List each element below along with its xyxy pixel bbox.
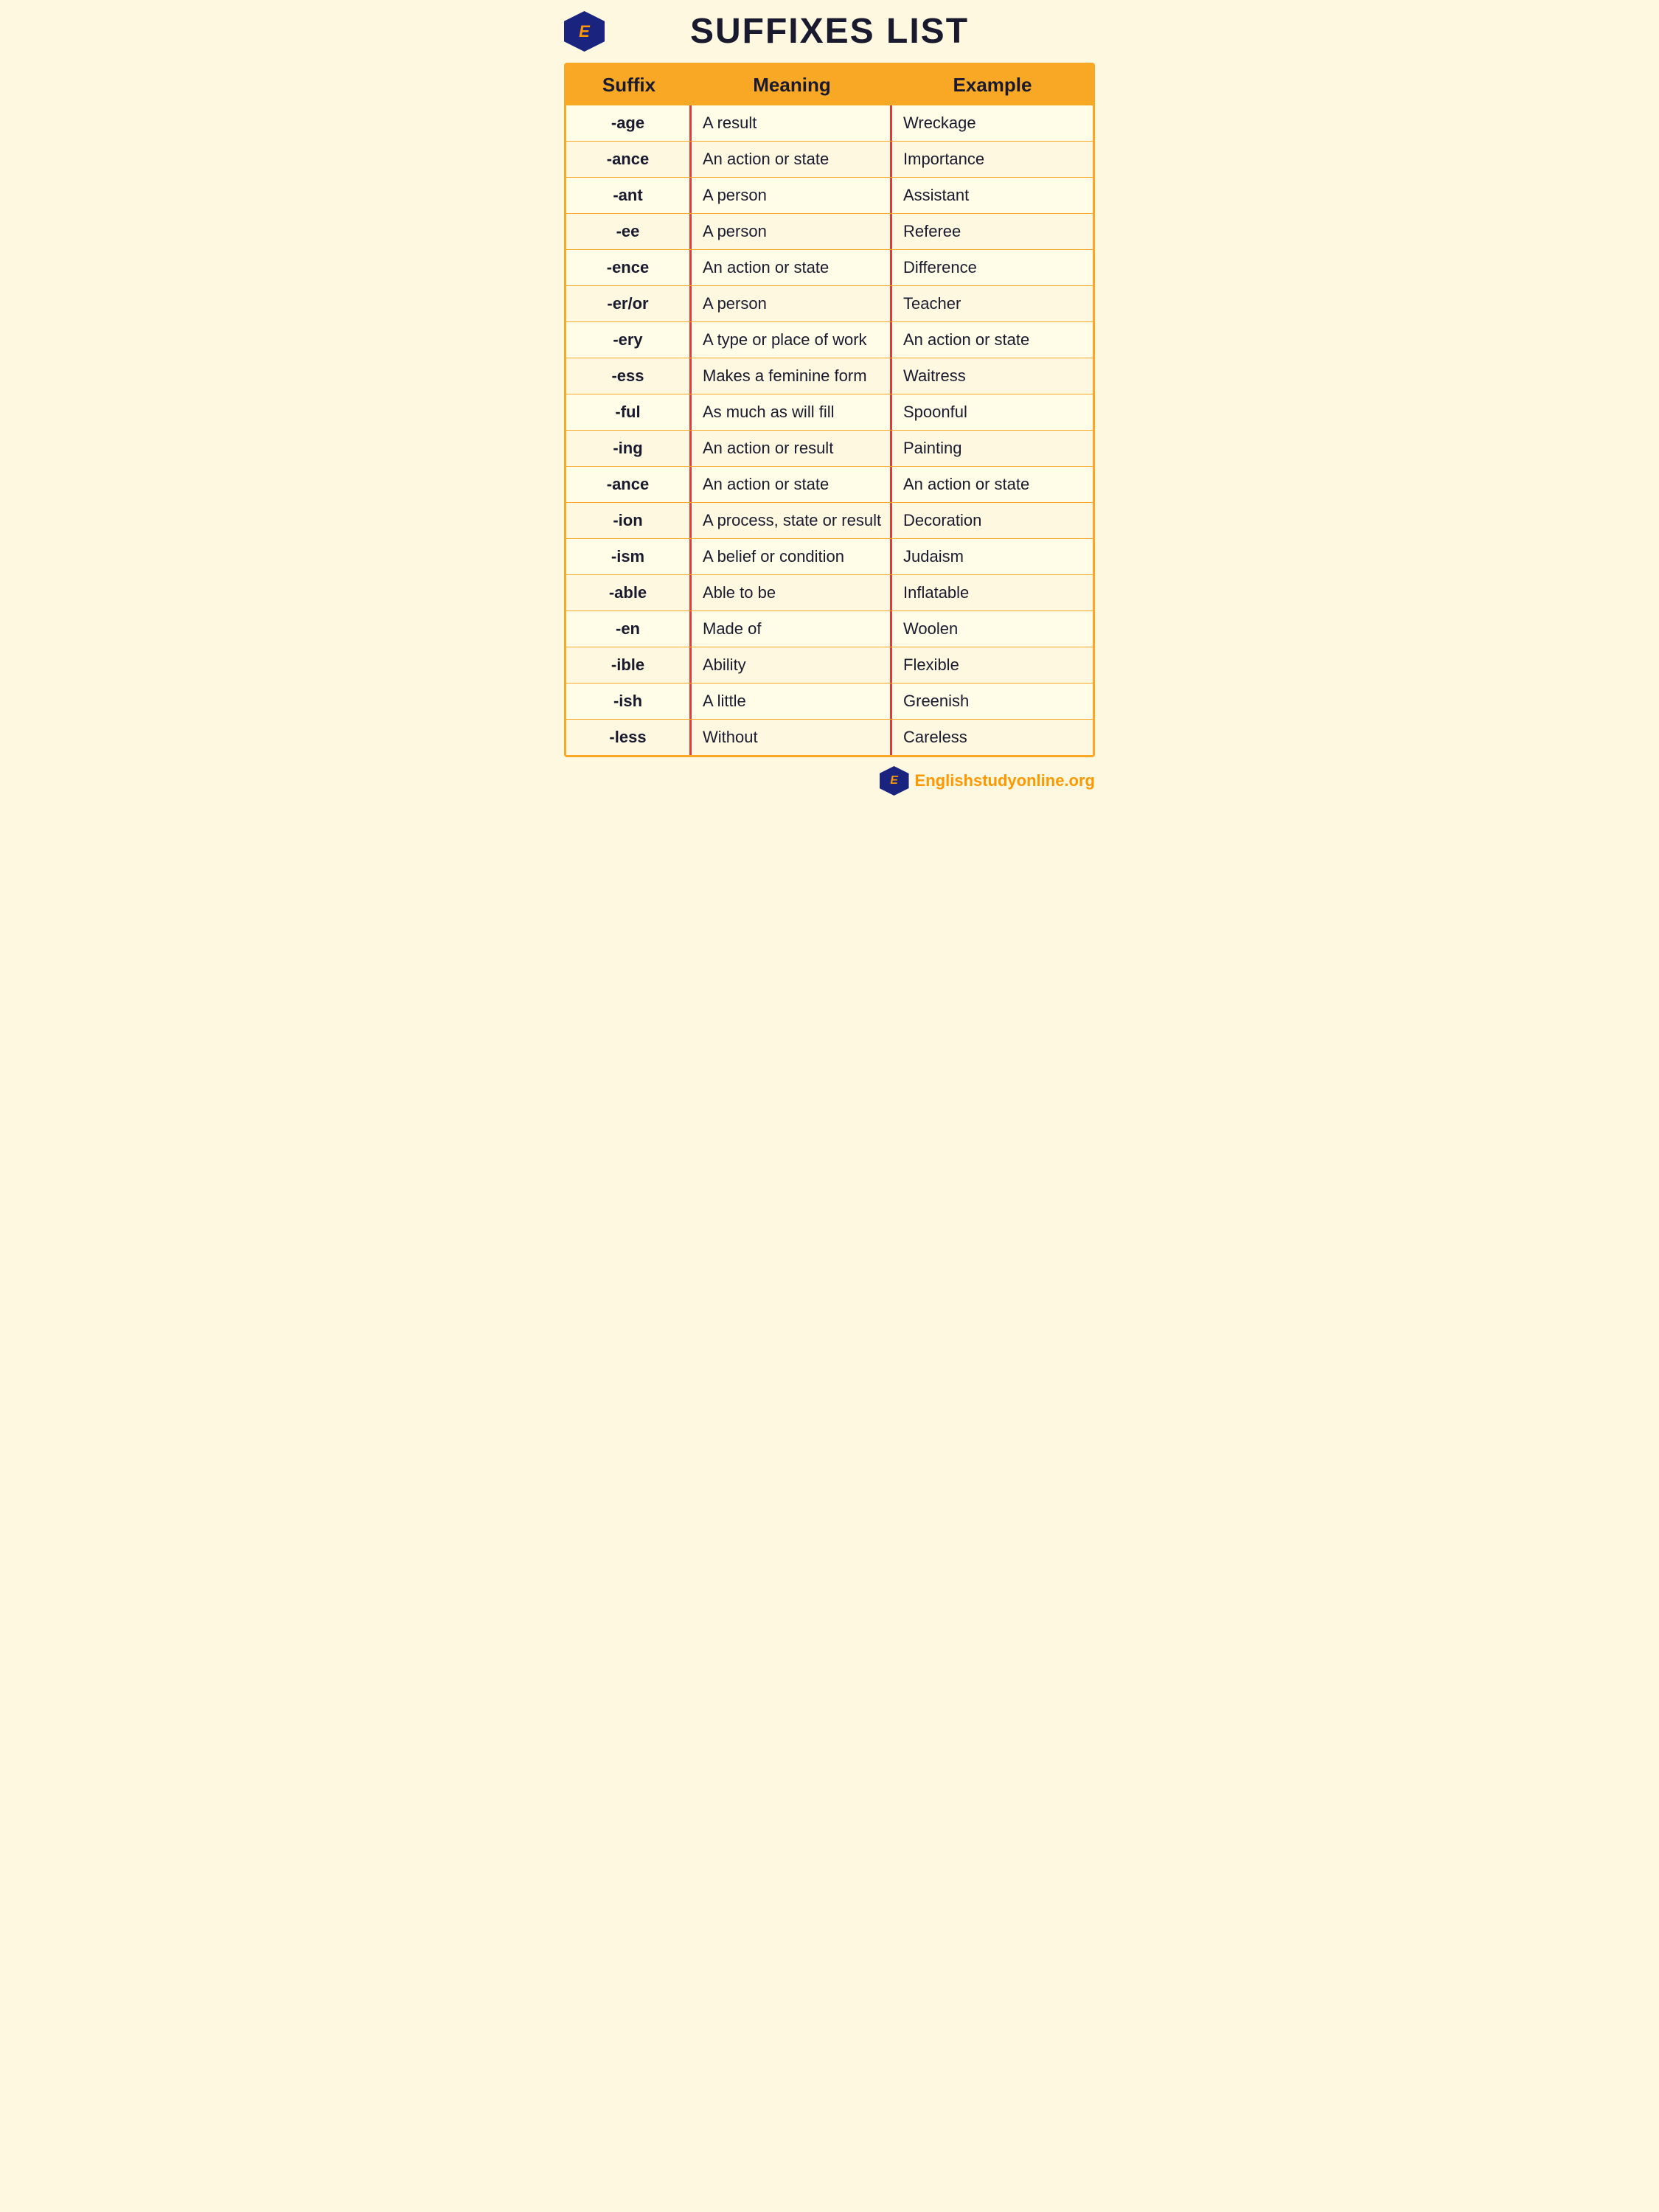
- header-meaning: Meaning: [692, 65, 892, 105]
- cell-meaning: Able to be: [692, 575, 892, 611]
- table-row: -ismA belief or conditionJudaism: [566, 539, 1093, 575]
- header-suffix: Suffix: [566, 65, 692, 105]
- table-row: -ionA process, state or resultDecoration: [566, 503, 1093, 539]
- cell-suffix: -er/or: [566, 286, 692, 321]
- footer-site-text: Englishstudyonline.org: [915, 771, 1095, 790]
- cell-suffix: -ery: [566, 322, 692, 358]
- cell-example: Flexible: [892, 647, 1093, 683]
- footer-logo-letter: E: [890, 774, 898, 787]
- cell-example: An action or state: [892, 467, 1093, 502]
- cell-meaning: Without: [692, 720, 892, 755]
- table-row: -ageA resultWreckage: [566, 105, 1093, 142]
- suffixes-table: Suffix Meaning Example -ageA resultWreck…: [564, 63, 1095, 757]
- cell-suffix: -ism: [566, 539, 692, 574]
- page-header: E SUFFIXES LIST: [564, 11, 1095, 52]
- cell-meaning: A result: [692, 105, 892, 141]
- cell-meaning: Makes a feminine form: [692, 358, 892, 394]
- header-logo: E: [564, 11, 605, 52]
- table-row: -anceAn action or stateAn action or stat…: [566, 467, 1093, 503]
- table-row: -eeA personReferee: [566, 214, 1093, 250]
- cell-example: Decoration: [892, 503, 1093, 538]
- table-row: -essMakes a feminine formWaitress: [566, 358, 1093, 394]
- cell-meaning: A person: [692, 214, 892, 249]
- cell-meaning: A type or place of work: [692, 322, 892, 358]
- logo-letter: E: [579, 22, 590, 41]
- cell-example: Assistant: [892, 178, 1093, 213]
- cell-meaning: Ability: [692, 647, 892, 683]
- cell-suffix: -ance: [566, 142, 692, 177]
- cell-meaning: Made of: [692, 611, 892, 647]
- cell-suffix: -able: [566, 575, 692, 611]
- page-wrapper: E SUFFIXES LIST Suffix Meaning Example -…: [553, 0, 1106, 807]
- cell-meaning: A process, state or result: [692, 503, 892, 538]
- cell-example: Greenish: [892, 684, 1093, 719]
- cell-suffix: -ing: [566, 431, 692, 466]
- table-row: -ingAn action or resultPainting: [566, 431, 1093, 467]
- cell-meaning: As much as will fill: [692, 394, 892, 430]
- table-row: -fulAs much as will fillSpoonful: [566, 394, 1093, 431]
- table-row: -antA personAssistant: [566, 178, 1093, 214]
- cell-example: Importance: [892, 142, 1093, 177]
- table-row: -lessWithoutCareless: [566, 720, 1093, 755]
- table-row: -enMade ofWoolen: [566, 611, 1093, 647]
- cell-example: Spoonful: [892, 394, 1093, 430]
- cell-example: Waitress: [892, 358, 1093, 394]
- cell-suffix: -ion: [566, 503, 692, 538]
- cell-example: An action or state: [892, 322, 1093, 358]
- cell-suffix: -ee: [566, 214, 692, 249]
- cell-example: Referee: [892, 214, 1093, 249]
- cell-meaning: A person: [692, 286, 892, 321]
- cell-suffix: -ish: [566, 684, 692, 719]
- cell-suffix: -en: [566, 611, 692, 647]
- cell-meaning: A belief or condition: [692, 539, 892, 574]
- footer-logo: E: [880, 766, 909, 796]
- cell-suffix: -ess: [566, 358, 692, 394]
- cell-meaning: An action or state: [692, 142, 892, 177]
- footer-domain: nglishstudyonline.org: [925, 771, 1095, 790]
- cell-example: Woolen: [892, 611, 1093, 647]
- cell-meaning: A person: [692, 178, 892, 213]
- cell-example: Careless: [892, 720, 1093, 755]
- page-footer: E Englishstudyonline.org: [564, 766, 1095, 796]
- page-title: SUFFIXES LIST: [690, 11, 969, 52]
- cell-example: Painting: [892, 431, 1093, 466]
- cell-example: Inflatable: [892, 575, 1093, 611]
- table-row: -eryA type or place of workAn action or …: [566, 322, 1093, 358]
- cell-suffix: -age: [566, 105, 692, 141]
- cell-example: Teacher: [892, 286, 1093, 321]
- cell-example: Wreckage: [892, 105, 1093, 141]
- cell-example: Judaism: [892, 539, 1093, 574]
- cell-suffix: -ence: [566, 250, 692, 285]
- cell-example: Difference: [892, 250, 1093, 285]
- table-row: -ibleAbilityFlexible: [566, 647, 1093, 684]
- cell-meaning: An action or state: [692, 467, 892, 502]
- table-row: -ishA littleGreenish: [566, 684, 1093, 720]
- table-row: -anceAn action or stateImportance: [566, 142, 1093, 178]
- cell-meaning: An action or state: [692, 250, 892, 285]
- cell-suffix: -ible: [566, 647, 692, 683]
- cell-suffix: -ance: [566, 467, 692, 502]
- table-body: -ageA resultWreckage-anceAn action or st…: [566, 105, 1093, 755]
- cell-meaning: An action or result: [692, 431, 892, 466]
- cell-meaning: A little: [692, 684, 892, 719]
- table-header-row: Suffix Meaning Example: [566, 65, 1093, 105]
- table-row: -enceAn action or stateDifference: [566, 250, 1093, 286]
- footer-prefix: E: [915, 771, 926, 790]
- cell-suffix: -ful: [566, 394, 692, 430]
- cell-suffix: -ant: [566, 178, 692, 213]
- header-example: Example: [892, 65, 1093, 105]
- table-row: -ableAble to beInflatable: [566, 575, 1093, 611]
- cell-suffix: -less: [566, 720, 692, 755]
- table-row: -er/orA personTeacher: [566, 286, 1093, 322]
